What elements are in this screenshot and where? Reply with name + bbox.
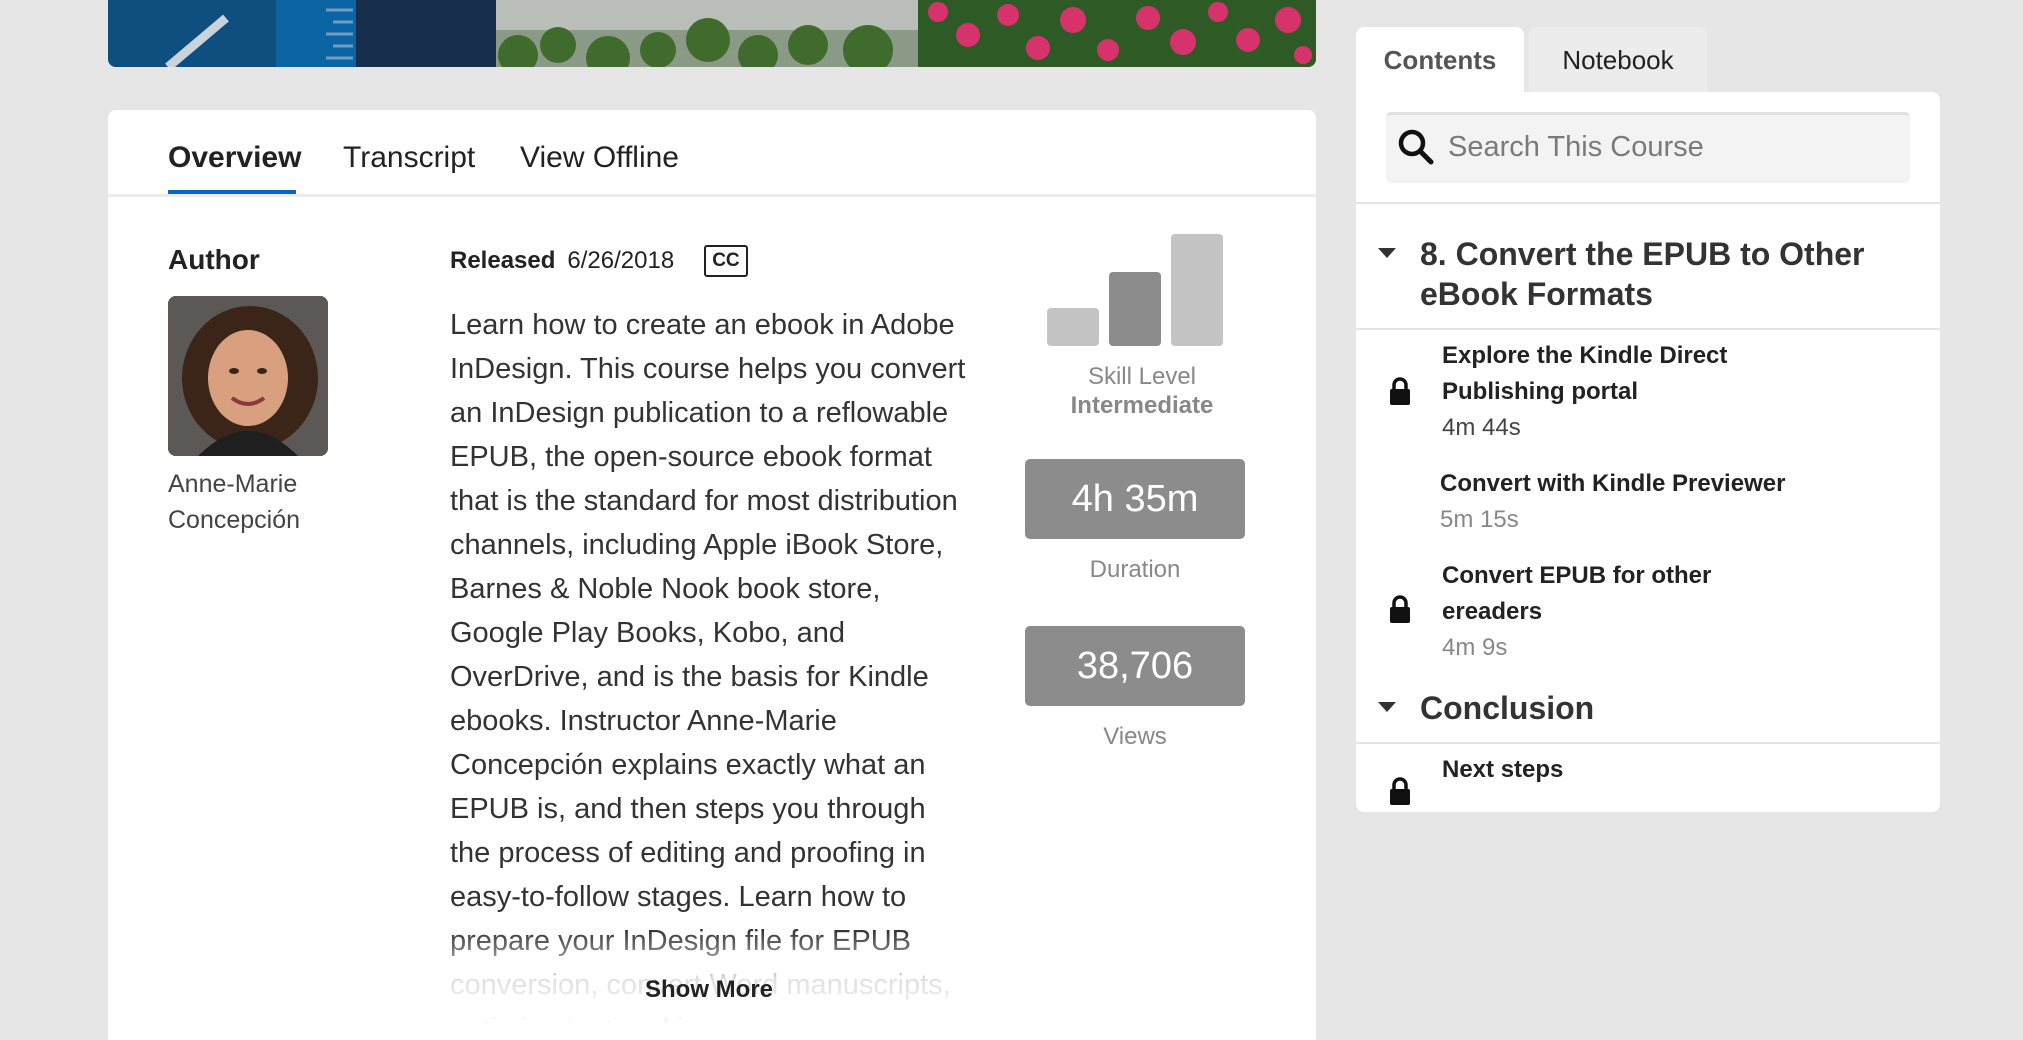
skill-level-value: Intermediate [1070, 392, 1214, 419]
active-tab-indicator [168, 190, 296, 194]
chapter-header[interactable]: Conclusion [1376, 688, 1594, 728]
toc-video-item[interactable]: Explore the Kindle Direct Publishing por… [1356, 338, 1940, 456]
tab-notebook[interactable]: Notebook [1529, 27, 1707, 93]
chapter-divider [1356, 328, 1940, 330]
search-divider [1356, 202, 1940, 204]
video-title: Convert with Kindle Previewer [1440, 470, 1786, 497]
chapter-divider [1356, 742, 1940, 744]
author-heading: Author [168, 244, 260, 275]
tab-contents[interactable]: Contents [1356, 27, 1524, 93]
chapter-title: Conclusion [1420, 690, 1595, 726]
tab-transcript[interactable]: Transcript [343, 138, 475, 178]
author-avatar[interactable] [168, 296, 328, 456]
video-duration: 4m 9s [1442, 634, 1508, 661]
chapter-title: 8. Convert the EPUB to Other eBook Forma… [1420, 236, 1865, 312]
course-contents-panel: 8. Convert the EPUB to Other eBook Forma… [1356, 92, 1940, 812]
toc-video-item[interactable]: Next steps [1356, 752, 1940, 812]
show-more-button[interactable]: Show More [645, 976, 773, 1004]
release-info: Released 6/26/2018 CC [450, 244, 748, 278]
course-overview-card: Overview Transcript View Offline Author … [108, 110, 1316, 1040]
course-description: Learn how to create an ebook in Adobe In… [450, 309, 966, 1023]
lock-icon [1390, 595, 1410, 623]
closed-captions-badge: CC [704, 245, 748, 277]
toc-video-item[interactable]: Convert with Kindle Previewer 5m 15s [1356, 466, 1940, 546]
lock-icon [1390, 777, 1410, 805]
tab-view-offline[interactable]: View Offline [520, 138, 679, 178]
video-title: Explore the Kindle Direct Publishing por… [1442, 342, 1728, 405]
tab-overview[interactable]: Overview [168, 138, 301, 178]
duration-value: 4h 35m [1025, 459, 1245, 539]
lock-icon [1390, 377, 1410, 405]
chevron-down-icon [1378, 702, 1396, 712]
released-label: Released [450, 247, 556, 274]
video-duration: 4m 44s [1442, 414, 1521, 441]
toc-video-item[interactable]: Convert EPUB for other ereaders 4m 9s [1356, 558, 1940, 676]
video-duration: 5m 15s [1440, 506, 1519, 533]
course-search [1386, 112, 1910, 183]
duration-label: Duration [1089, 556, 1181, 583]
views-value: 38,706 [1025, 626, 1245, 706]
skill-level-label: Skill Level [1087, 363, 1197, 390]
skill-level: Skill Level Intermediate [1033, 362, 1251, 420]
views-label: Views [1103, 723, 1167, 750]
course-banner [108, 0, 1316, 67]
course-tabs: Overview Transcript View Offline [108, 110, 1316, 197]
video-title: Next steps [1442, 756, 1564, 783]
skill-level-bars-icon [1047, 234, 1223, 346]
video-title: Convert EPUB for other ereaders [1442, 562, 1712, 625]
released-date: 6/26/2018 [567, 247, 675, 274]
chevron-down-icon [1378, 248, 1396, 258]
chapter-header[interactable]: 8. Convert the EPUB to Other eBook Forma… [1376, 234, 1910, 314]
search-icon[interactable] [1396, 127, 1436, 167]
author-name[interactable]: Anne-Marie Concepción [168, 466, 368, 538]
search-input[interactable] [1446, 115, 1900, 179]
